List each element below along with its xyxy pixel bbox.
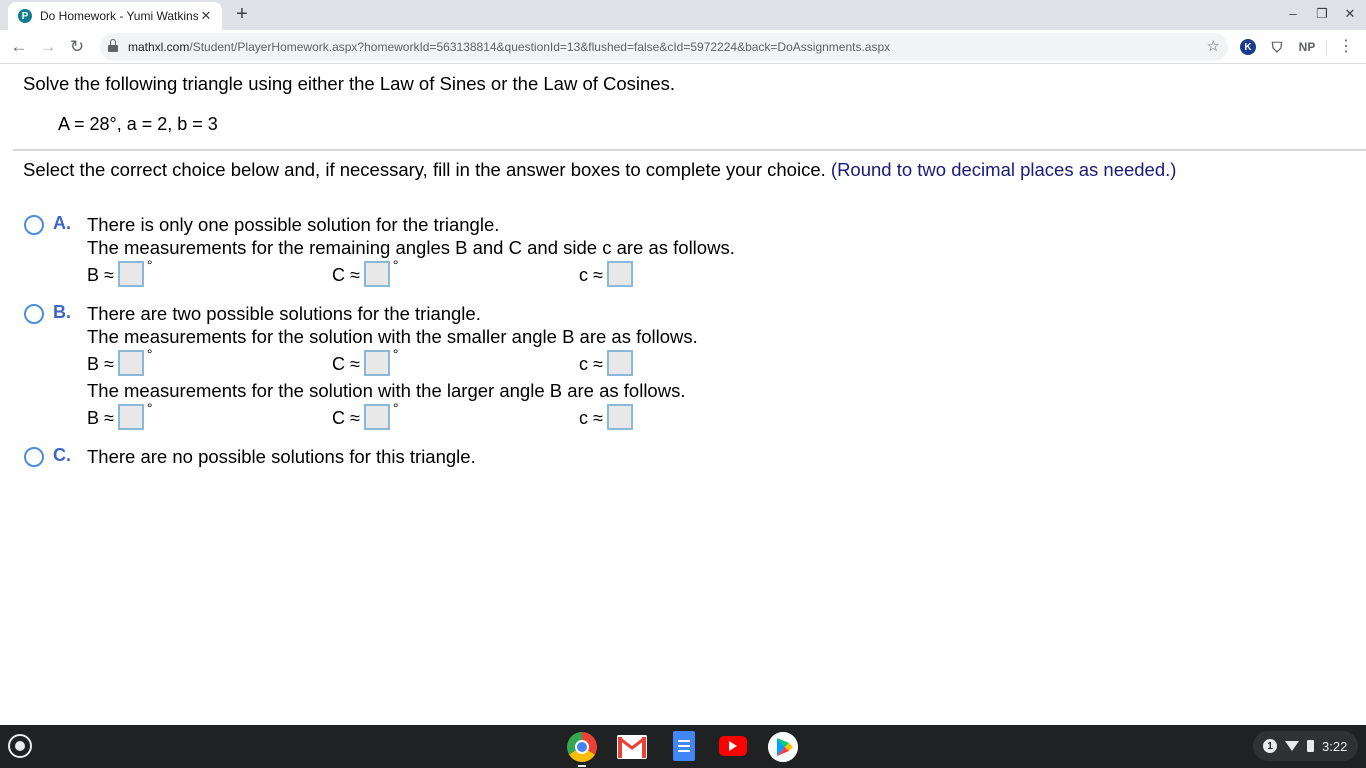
angle-c-label: C ≈ xyxy=(332,408,360,428)
choice-b-subtext-smaller: The measurements for the solution with t… xyxy=(87,326,698,347)
back-arrow-icon[interactable]: ← xyxy=(8,36,30,58)
choice-b-answer-row-smaller: B ≈ ° C ≈ ° c ≈ xyxy=(87,346,647,378)
youtube-icon[interactable] xyxy=(719,736,747,756)
forward-arrow-icon[interactable]: → xyxy=(37,36,59,58)
notification-count-badge: 1 xyxy=(1263,739,1277,753)
choice-b1-side-c-input[interactable] xyxy=(606,350,633,376)
side-c-label: c ≈ xyxy=(579,354,603,374)
degree-symbol: ° xyxy=(146,400,153,416)
select-instruction-text: Select the correct choice below and, if … xyxy=(23,159,826,180)
choice-a-answer-row: B ≈ ° C ≈ ° c ≈ xyxy=(87,257,647,289)
gmail-icon[interactable] xyxy=(617,735,647,759)
toolbar-divider xyxy=(1326,40,1327,56)
side-c-label: c ≈ xyxy=(579,265,603,285)
question-instruction: Solve the following triangle using eithe… xyxy=(23,73,675,94)
choice-a-angle-c-input[interactable] xyxy=(363,261,390,287)
launcher-icon[interactable] xyxy=(8,734,32,758)
angle-b-label: B ≈ xyxy=(87,408,114,428)
degree-symbol: ° xyxy=(392,346,399,362)
window-close-icon[interactable]: ✕ xyxy=(1340,6,1360,22)
lock-icon xyxy=(108,39,118,52)
chrome-icon[interactable] xyxy=(567,732,597,762)
degree-symbol: ° xyxy=(146,257,153,273)
new-tab-plus-icon[interactable]: + xyxy=(232,4,252,24)
k-extension-icon[interactable]: K xyxy=(1240,39,1256,55)
side-c-label: c ≈ xyxy=(579,408,603,428)
degree-symbol: ° xyxy=(392,400,399,416)
select-instruction: Select the correct choice below and, if … xyxy=(23,159,1176,181)
degree-symbol: ° xyxy=(392,257,399,273)
angle-c-label: C ≈ xyxy=(332,265,360,285)
choice-a-text: There is only one possible solution for … xyxy=(87,214,500,235)
angle-c-label: C ≈ xyxy=(332,354,360,374)
choice-b2-angle-c-input[interactable] xyxy=(363,404,390,430)
choice-a-subtext: The measurements for the remaining angle… xyxy=(87,237,735,258)
choice-a-side-c-input[interactable] xyxy=(606,261,633,287)
np-extension-icon[interactable]: NP xyxy=(1296,39,1318,55)
reload-icon[interactable]: ↻ xyxy=(66,36,88,58)
divider xyxy=(13,149,1366,151)
degree-symbol: ° xyxy=(146,346,153,362)
choice-c-radio[interactable] xyxy=(24,447,44,467)
url-text: mathxl.com/Student/PlayerHomework.aspx?h… xyxy=(128,40,891,54)
given-values: A = 28°, a = 2, b = 3 xyxy=(58,114,218,134)
choice-a-angle-b-input[interactable] xyxy=(117,261,144,287)
choice-b1-angle-c-input[interactable] xyxy=(363,350,390,376)
kebab-menu-icon[interactable]: ⋮ xyxy=(1338,37,1354,57)
choice-b2-side-c-input[interactable] xyxy=(606,404,633,430)
angle-b-label: B ≈ xyxy=(87,354,114,374)
choice-b-radio[interactable] xyxy=(24,304,44,324)
tab-strip: P Do Homework - Yumi Watkins ✕ + – ❐ ✕ xyxy=(0,0,1366,30)
choice-c-text: There are no possible solutions for this… xyxy=(87,446,476,467)
battery-icon xyxy=(1307,740,1314,752)
tab-title: Do Homework - Yumi Watkins xyxy=(40,9,198,23)
tab-close-icon[interactable]: ✕ xyxy=(198,8,214,24)
angle-b-label: B ≈ xyxy=(87,265,114,285)
play-store-icon[interactable] xyxy=(768,732,798,762)
running-indicator xyxy=(578,765,586,767)
browser-toolbar: ← → ↻ mathxl.com/Student/PlayerHomework.… xyxy=(0,30,1366,64)
choice-a-letter: A. xyxy=(53,213,71,233)
google-docs-icon[interactable] xyxy=(673,731,695,761)
choice-c-letter: C. xyxy=(53,445,71,465)
minimize-icon[interactable]: – xyxy=(1283,6,1303,21)
shield-extension-icon[interactable]: ⛉ xyxy=(1269,39,1285,55)
rounding-hint: (Round to two decimal places as needed.) xyxy=(830,159,1177,180)
address-bar[interactable]: mathxl.com/Student/PlayerHomework.aspx?h… xyxy=(100,33,1228,61)
choice-b-subtext-larger: The measurements for the solution with t… xyxy=(87,380,686,401)
choice-b1-angle-b-input[interactable] xyxy=(117,350,144,376)
clock: 3:22 xyxy=(1322,738,1348,754)
homework-content: Solve the following triangle using eithe… xyxy=(0,64,1366,724)
bookmark-star-icon[interactable]: ☆ xyxy=(1207,37,1220,55)
browser-tab[interactable]: P Do Homework - Yumi Watkins ✕ xyxy=(8,2,222,30)
choice-b-answer-row-larger: B ≈ ° C ≈ ° c ≈ xyxy=(87,400,647,432)
choice-b-letter: B. xyxy=(53,302,71,322)
pearson-favicon-icon: P xyxy=(18,9,32,23)
choice-a-radio[interactable] xyxy=(24,215,44,235)
choice-b-text: There are two possible solutions for the… xyxy=(87,303,481,324)
choice-b2-angle-b-input[interactable] xyxy=(117,404,144,430)
restore-icon[interactable]: ❐ xyxy=(1312,6,1332,22)
os-shelf: 1 3:22 xyxy=(0,725,1366,768)
wifi-icon xyxy=(1285,741,1299,751)
status-tray[interactable]: 1 3:22 xyxy=(1253,731,1358,761)
